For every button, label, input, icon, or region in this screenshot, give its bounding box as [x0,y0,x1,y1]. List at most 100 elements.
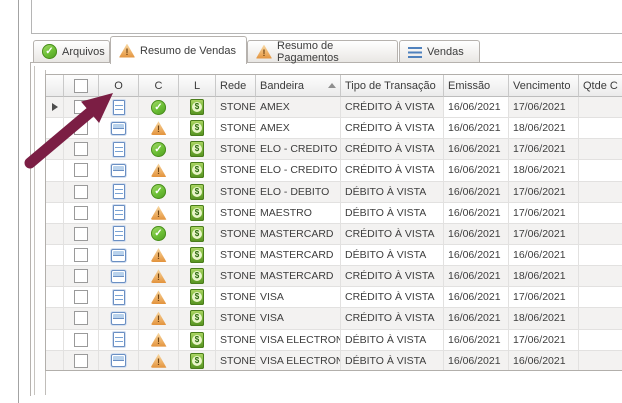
rede-cell: STONE [216,203,256,224]
table-row[interactable]: STONE MASTERCARD CRÉDITO À VISTA 16/06/2… [46,224,622,245]
table-row[interactable]: STONE VISA CRÉDITO À VISTA 16/06/2021 17… [46,287,622,308]
l-status-cell [179,182,216,203]
money-icon [190,310,204,326]
vencimento-cell: 16/06/2021 [509,245,579,266]
header-vencimento[interactable]: Vencimento [509,75,579,97]
table-row[interactable]: STONE ELO - CREDITO CRÉDITO À VISTA 16/0… [46,160,622,181]
tab-vendas[interactable]: Vendas [399,40,480,62]
table-row[interactable]: STONE MAESTRO DÉBITO À VISTA 16/06/2021 … [46,203,622,224]
row-checkbox-cell [64,287,99,308]
qtde-cell [579,330,622,351]
warning-icon [151,206,167,220]
warning-icon [151,121,167,135]
o-status-cell [99,330,139,351]
money-icon [190,184,204,200]
row-checkbox[interactable] [74,248,88,262]
o-status-cell [99,287,139,308]
money-icon [190,141,204,157]
qtde-cell [579,224,622,245]
row-checkbox-cell [64,203,99,224]
table-row[interactable]: STONE MASTERCARD CRÉDITO À VISTA 16/06/2… [46,266,622,287]
table-row[interactable]: STONE AMEX CRÉDITO À VISTA 16/06/2021 18… [46,118,622,139]
row-indicator-cell [46,266,64,287]
qtde-cell [579,160,622,181]
row-checkbox[interactable] [74,163,88,177]
table-row[interactable]: STONE MASTERCARD DÉBITO À VISTA 16/06/20… [46,245,622,266]
header-emissao[interactable]: Emissão [444,75,509,97]
vencimento-cell: 18/06/2021 [509,308,579,329]
vencimento-cell: 17/06/2021 [509,203,579,224]
header-indicator [46,75,64,97]
row-checkbox-cell [64,224,99,245]
tab-resumo-de-vendas[interactable]: Resumo de Vendas [110,36,247,64]
warning-icon [151,269,167,283]
c-status-cell [139,182,179,203]
row-checkbox[interactable] [74,100,88,114]
header-qtde[interactable]: Qtde C [579,75,622,97]
rede-cell: STONE [216,118,256,139]
rede-cell: STONE [216,139,256,160]
window-left-border [18,0,19,403]
qtde-cell [579,118,622,139]
header-o[interactable]: O [99,75,139,97]
sales-summary-grid: O C L Rede Bandeira Tipo de Transação Em… [45,74,622,371]
table-row[interactable]: STONE ELO - DEBITO DÉBITO À VISTA 16/06/… [46,182,622,203]
row-checkbox[interactable] [74,185,88,199]
header-c[interactable]: C [139,75,179,97]
current-row-indicator [52,103,58,111]
money-icon [190,247,204,263]
l-status-cell [179,266,216,287]
row-checkbox[interactable] [74,121,88,135]
c-status-cell [139,139,179,160]
money-icon [190,99,204,115]
rede-cell: STONE [216,330,256,351]
qtde-cell [579,308,622,329]
tab-label: Arquivos [62,46,105,58]
header-tipo-de-transacao[interactable]: Tipo de Transação [341,75,444,97]
row-checkbox[interactable] [74,206,88,220]
select-all-checkbox[interactable] [74,79,88,93]
row-checkbox[interactable] [74,227,88,241]
tipo-cell: DÉBITO À VISTA [341,182,444,203]
table-row[interactable]: STONE VISA ELECTRON DÉBITO À VISTA 16/06… [46,351,622,371]
header-select-all[interactable] [64,75,99,97]
l-status-cell [179,287,216,308]
bandeira-cell: ELO - DEBITO [256,182,341,203]
vencimento-cell: 16/06/2021 [509,351,579,371]
o-status-cell [99,139,139,160]
window-icon [111,122,126,135]
row-checkbox[interactable] [74,269,88,283]
row-checkbox-cell [64,351,99,371]
money-icon [190,205,204,221]
vencimento-cell: 17/06/2021 [509,330,579,351]
row-checkbox[interactable] [74,290,88,304]
table-row[interactable]: STONE VISA CRÉDITO À VISTA 16/06/2021 18… [46,308,622,329]
upper-panel-edge [31,0,622,34]
row-checkbox[interactable] [74,354,88,368]
row-checkbox[interactable] [74,311,88,325]
table-row[interactable]: STONE ELO - CREDITO CRÉDITO À VISTA 16/0… [46,139,622,160]
row-checkbox-cell [64,118,99,139]
table-row[interactable]: STONE AMEX CRÉDITO À VISTA 16/06/2021 17… [46,97,622,118]
bandeira-cell: VISA [256,308,341,329]
header-rede[interactable]: Rede [216,75,256,97]
vencimento-cell: 18/06/2021 [509,266,579,287]
tab-resumo-de-pagamentos[interactable]: Resumo de Pagamentos [247,40,398,62]
table-row[interactable]: STONE VISA ELECTRON DÉBITO À VISTA 16/06… [46,330,622,351]
row-checkbox-cell [64,160,99,181]
bandeira-cell: MASTERCARD [256,266,341,287]
row-checkbox-cell [64,139,99,160]
qtde-cell [579,139,622,160]
ok-icon [151,142,166,157]
header-l[interactable]: L [179,75,216,97]
c-status-cell [139,160,179,181]
row-checkbox[interactable] [74,333,88,347]
emissao-cell: 16/06/2021 [444,224,509,245]
header-bandeira[interactable]: Bandeira [256,75,341,97]
tipo-cell: DÉBITO À VISTA [341,203,444,224]
tab-arquivos[interactable]: Arquivos [33,40,110,62]
sort-ascending-icon [328,83,336,88]
warning-icon [151,354,167,368]
row-checkbox[interactable] [74,142,88,156]
c-status-cell [139,224,179,245]
